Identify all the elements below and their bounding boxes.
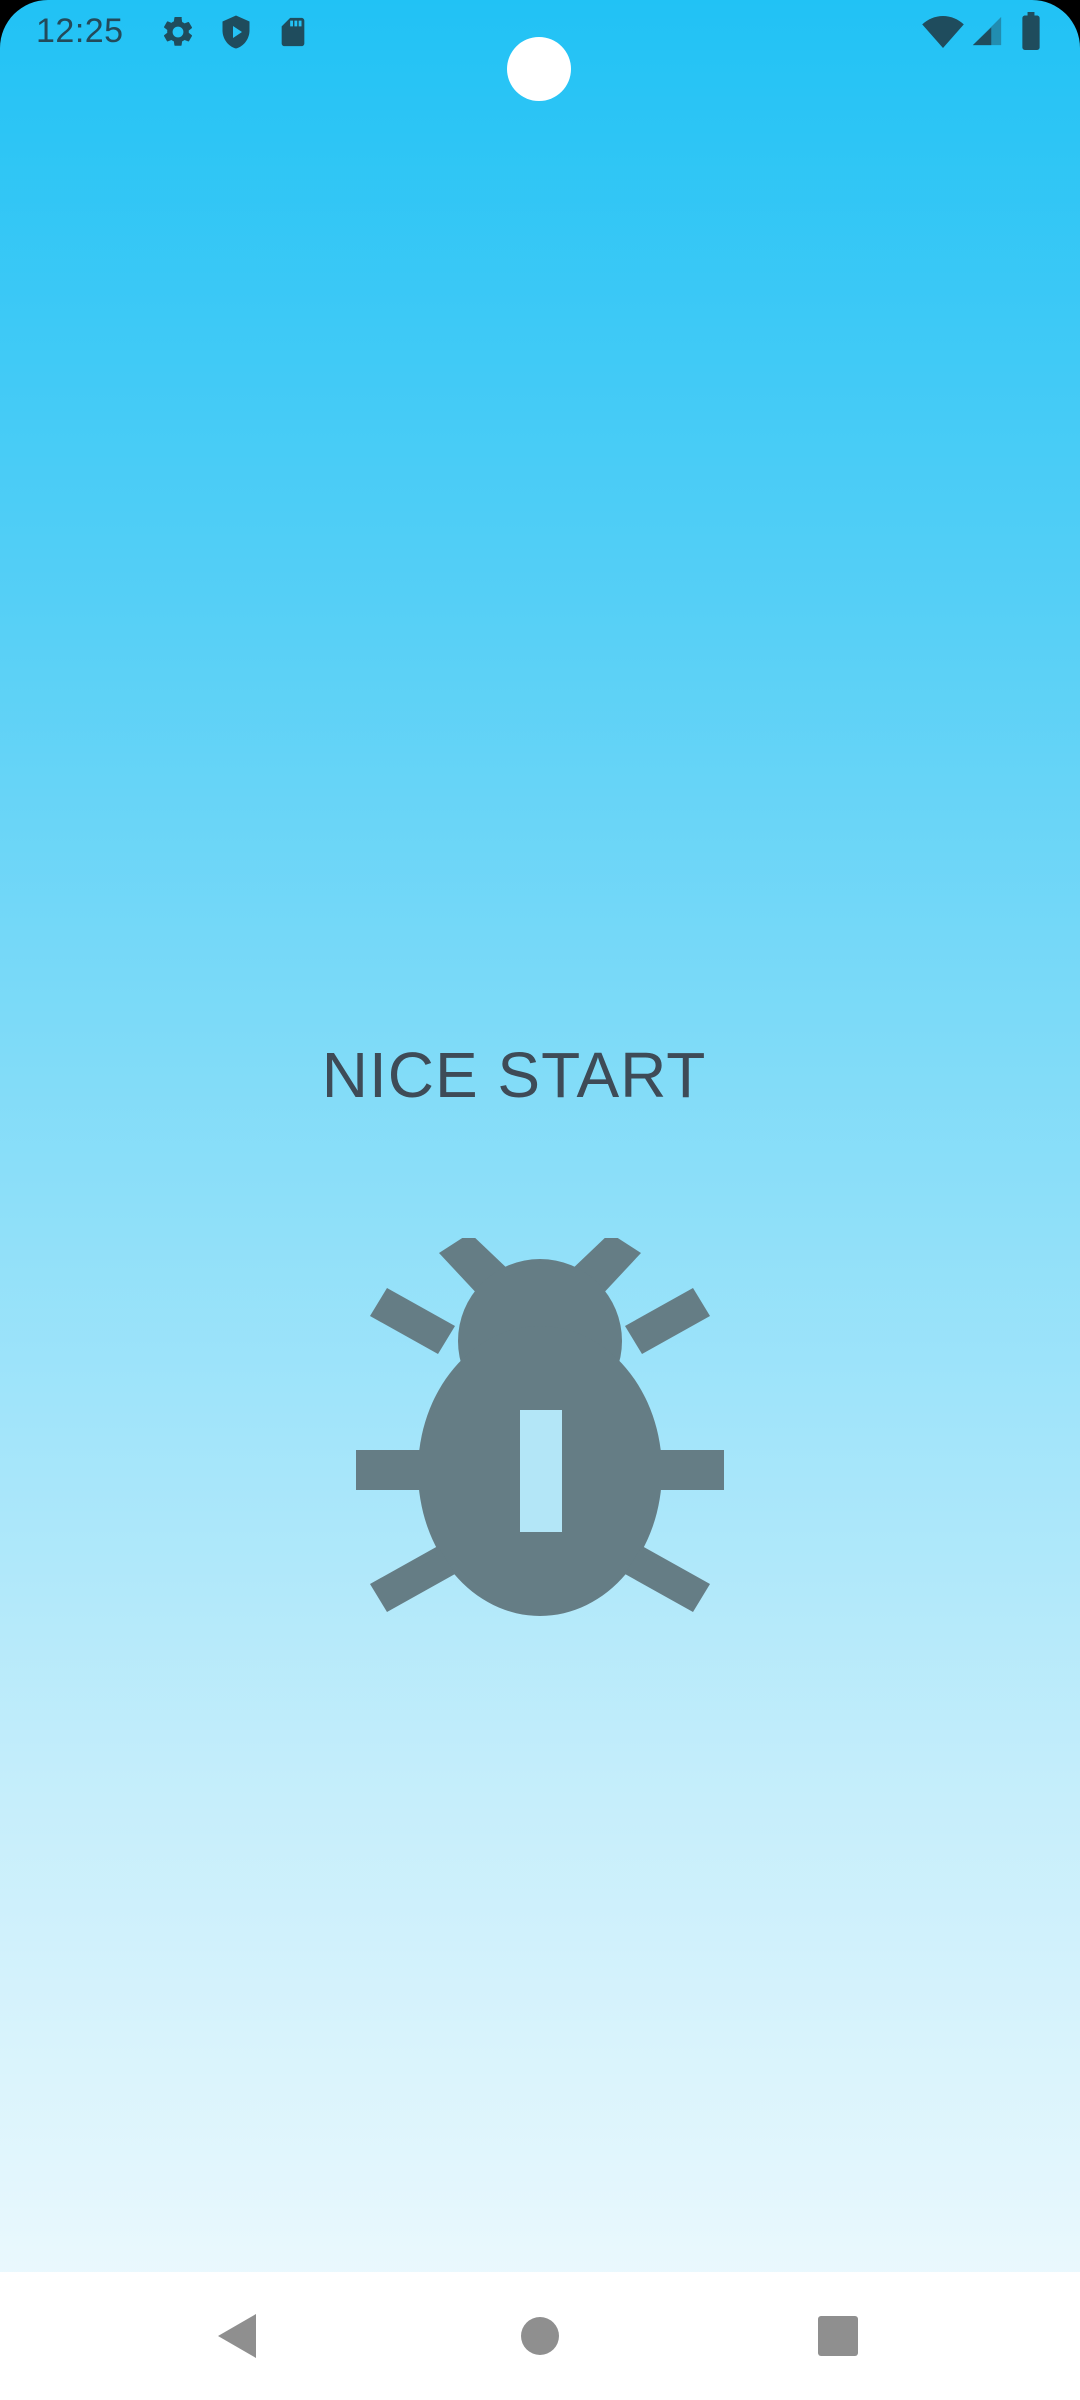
cell-signal-icon bbox=[970, 14, 1004, 53]
gear-icon bbox=[160, 14, 196, 55]
home-icon[interactable] bbox=[504, 2300, 576, 2372]
wifi-icon bbox=[922, 16, 964, 53]
camera-cutout bbox=[507, 37, 571, 101]
status-clock: 12:25 bbox=[36, 12, 124, 50]
back-icon[interactable] bbox=[202, 2300, 274, 2372]
recents-icon[interactable] bbox=[802, 2300, 874, 2372]
bug-icon bbox=[350, 1233, 730, 1618]
shield-play-icon bbox=[218, 14, 254, 55]
splash-title: NICE START bbox=[321, 1039, 707, 1111]
sd-card-icon bbox=[276, 14, 310, 55]
battery-icon bbox=[1020, 12, 1042, 55]
app-screen: 12:25 NICE START bbox=[0, 0, 1080, 2400]
navigation-bar bbox=[0, 2272, 1080, 2400]
